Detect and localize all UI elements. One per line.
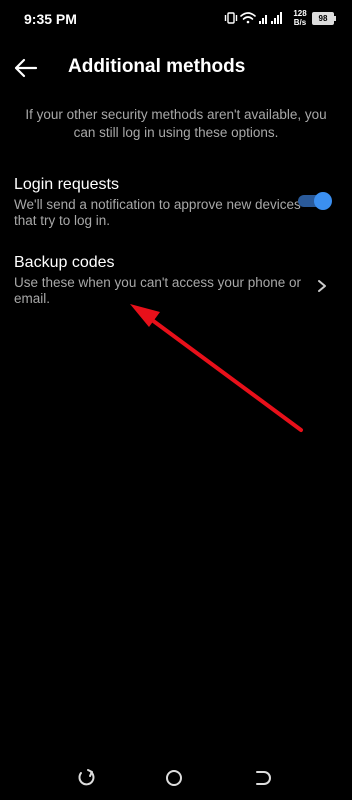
item-title: Login requests: [14, 176, 119, 193]
vibrate-icon: [224, 12, 238, 24]
net-speed-unit: B/s: [293, 18, 307, 27]
login-requests-toggle[interactable]: [296, 192, 332, 210]
net-speed: 128 B/s: [292, 9, 308, 27]
back-icon: [256, 771, 271, 785]
wifi-icon: [240, 12, 256, 24]
status-time: 9:35 PM: [24, 11, 77, 27]
login-requests-item[interactable]: Login requests We'll send a notification…: [0, 176, 352, 232]
backup-codes-item[interactable]: Backup codes Use these when you can't ac…: [0, 254, 352, 310]
battery-tip: [334, 16, 336, 21]
home-icon: [166, 770, 182, 786]
item-description: Use these when you can't access your pho…: [14, 275, 301, 306]
home-button[interactable]: [160, 764, 188, 792]
item-description: We'll send a notification to approve new…: [14, 197, 301, 228]
recents-icon: [78, 769, 95, 786]
back-nav-button[interactable]: [248, 764, 276, 792]
chevron-right-icon: [318, 280, 326, 292]
item-title: Backup codes: [14, 254, 115, 271]
net-speed-value: 128: [293, 9, 307, 18]
header: Additional methods: [0, 44, 352, 90]
back-button[interactable]: [10, 52, 42, 84]
nav-bar: [0, 756, 352, 800]
arrow-left-icon: [14, 58, 38, 78]
battery-icon: 98: [312, 12, 334, 25]
status-bar: 9:35 PM 128 B/s 98: [0, 0, 352, 36]
signal-wifi-icons: [224, 12, 282, 24]
intro-text: If your other security methods aren't av…: [25, 107, 327, 140]
status-icons: 128 B/s 98: [224, 8, 344, 30]
signal-icon: [259, 15, 267, 24]
signal-icon-2: [271, 12, 282, 24]
page-title: Additional methods: [68, 56, 246, 77]
recents-button[interactable]: [72, 764, 100, 792]
toggle-knob: [314, 192, 332, 210]
